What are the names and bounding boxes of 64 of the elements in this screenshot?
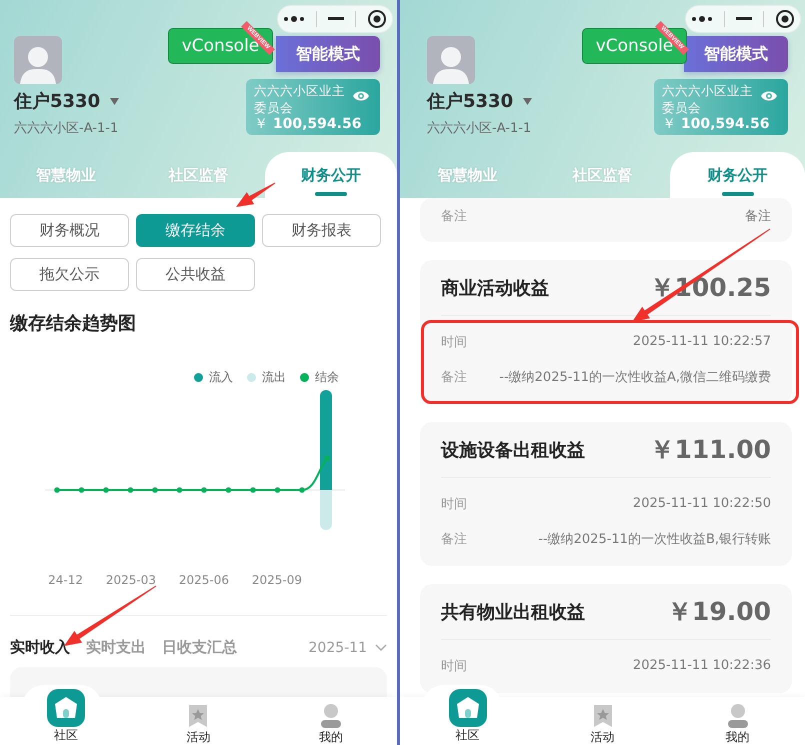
field-label: 时间 — [441, 496, 467, 512]
fund-name: 六六六小区业主委员会 — [662, 82, 754, 116]
field-value: --缴纳2025-11的一次性收益A,微信二维码缴费 — [499, 368, 771, 386]
user-address: 六六六小区-A-1-1 — [14, 120, 120, 137]
chart-title: 缴存结余趋势图 — [10, 312, 137, 335]
field-value: 2025-11-11 10:22:36 — [632, 658, 771, 673]
fund-balance: ￥ 100,594.56 — [662, 115, 770, 133]
nav-item[interactable]: 我的 — [670, 685, 805, 745]
nav-item[interactable]: 活动 — [535, 685, 670, 745]
close-icon[interactable] — [366, 9, 387, 29]
filter-button[interactable]: 拖欠公示 — [10, 258, 129, 291]
more-icon[interactable] — [691, 15, 714, 23]
mode-button[interactable]: 智能模式 — [276, 36, 380, 72]
minimize-icon[interactable] — [736, 17, 752, 21]
field-label: 备注 — [441, 368, 467, 386]
sub-tab[interactable]: 实时收入 — [10, 638, 70, 657]
filter-button[interactable]: 公共收益 — [136, 258, 255, 291]
caret-icon[interactable] — [523, 98, 532, 104]
more-icon[interactable] — [283, 15, 306, 23]
caret-icon[interactable] — [110, 98, 120, 104]
field-value: 2025-11-11 10:22:57 — [632, 334, 771, 349]
record-title: 设施设备出租收益 — [441, 438, 585, 462]
axis-label: 2025-06 — [178, 573, 229, 587]
close-icon[interactable] — [774, 9, 795, 29]
person-icon — [320, 703, 342, 729]
axis-label: 2025-09 — [250, 573, 302, 587]
star-bookmark-icon — [592, 703, 614, 729]
star-bookmark-icon — [187, 703, 210, 729]
tab[interactable]: 财务公开 — [670, 152, 805, 198]
axis-label: 2025-03 — [104, 573, 156, 587]
minimize-icon[interactable] — [328, 17, 344, 21]
field-label: 备注 — [441, 208, 467, 224]
fund-balance: ￥ 100,594.56 — [254, 115, 362, 133]
field-value: 2025-11-11 10:22:50 — [632, 496, 771, 511]
field-label: 时间 — [441, 334, 467, 350]
person-icon — [726, 703, 748, 729]
legend-item[interactable]: 流出 — [247, 369, 286, 386]
nav-item[interactable]: 社区 — [400, 685, 535, 745]
record-title: 商业活动收益 — [441, 276, 549, 300]
record-amount: ￥19.00 — [666, 596, 771, 628]
eye-icon[interactable] — [760, 90, 778, 102]
filter-button[interactable]: 财务概况 — [10, 214, 129, 247]
filter-button[interactable]: 财务报表 — [262, 214, 381, 247]
mode-button[interactable]: 智能模式 — [684, 36, 788, 72]
chevron-down-icon — [375, 644, 387, 651]
legend-item[interactable]: 结余 — [300, 369, 339, 386]
user-name[interactable]: 住户5330 — [14, 89, 100, 113]
axis-label: 24-12 — [47, 573, 83, 587]
tab[interactable]: 财务公开 — [264, 152, 397, 198]
field-value: 备注 — [745, 208, 771, 224]
nav-item[interactable]: 活动 — [132, 685, 265, 745]
nav-item[interactable]: 我的 — [264, 685, 397, 745]
record-title: 共有物业出租收益 — [441, 600, 585, 624]
user-address: 六六六小区-A-1-1 — [427, 120, 532, 137]
user-name[interactable]: 住户5330 — [427, 89, 514, 113]
record-amount: ￥111.00 — [650, 434, 771, 466]
legend-item[interactable]: 流入 — [194, 369, 233, 386]
eye-icon[interactable] — [352, 90, 370, 102]
field-label: 时间 — [441, 658, 467, 674]
field-value: --缴纳2025-11的一次性收益B,银行转账 — [538, 530, 771, 548]
fund-name: 六六六小区业主委员会 — [254, 82, 346, 116]
nav-item[interactable]: 社区 — [0, 685, 132, 745]
filter-button[interactable]: 缴存结余 — [136, 214, 255, 247]
field-label: 备注 — [441, 530, 467, 548]
